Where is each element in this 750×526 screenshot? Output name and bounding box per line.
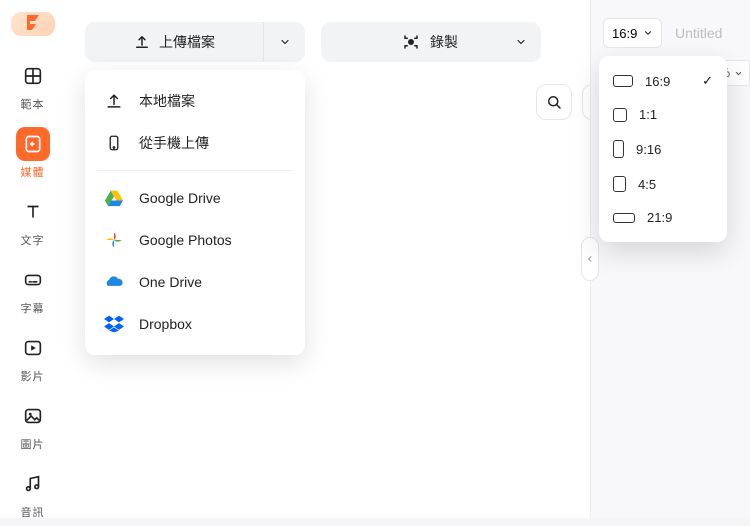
option-label: Dropbox xyxy=(139,316,192,332)
search-icon xyxy=(545,93,563,111)
google-drive-icon xyxy=(103,187,125,209)
upload-option-dropbox[interactable]: Dropbox xyxy=(85,303,305,345)
subtitle-icon xyxy=(16,263,50,297)
video-icon xyxy=(16,331,50,365)
upload-dropdown-toggle[interactable] xyxy=(263,22,305,62)
chevron-down-icon xyxy=(515,36,527,48)
option-label: 21:9 xyxy=(647,210,672,225)
sidebar-item-label: 字幕 xyxy=(21,300,45,316)
record-icon xyxy=(402,33,420,51)
upload-option-gphotos[interactable]: Google Photos xyxy=(85,219,305,261)
media-icon xyxy=(16,127,50,161)
aspect-option-4-5[interactable]: 4:5 xyxy=(599,167,727,201)
sidebar-item-video[interactable]: 影片 xyxy=(9,324,57,390)
upload-icon xyxy=(103,90,125,112)
sidebar-item-media[interactable]: 媒體 xyxy=(9,120,57,186)
right-panel: 16:9 Untitled % 16:9 ✓ 1:1 9:16 4:5 21:9 xyxy=(590,0,750,518)
phone-icon xyxy=(103,132,125,154)
upload-option-onedrive[interactable]: One Drive xyxy=(85,261,305,303)
app-logo xyxy=(11,12,55,36)
aspect-ratio-trigger[interactable]: 16:9 xyxy=(603,18,662,48)
record-label: 錄製 xyxy=(430,32,458,52)
check-icon: ✓ xyxy=(702,73,713,89)
top-toolbar: 上傳檔案 錄製 xyxy=(85,22,541,62)
record-button[interactable]: 錄製 xyxy=(321,22,541,62)
option-label: One Drive xyxy=(139,274,202,290)
upload-label: 上傳檔案 xyxy=(159,32,215,52)
sidebar-item-audio[interactable]: 音訊 xyxy=(9,460,57,526)
dropbox-icon xyxy=(103,313,125,335)
ratio-icon xyxy=(613,140,624,158)
chevron-down-icon xyxy=(643,28,653,38)
sidebar-item-label: 圖片 xyxy=(21,436,45,452)
upload-option-gdrive[interactable]: Google Drive xyxy=(85,177,305,219)
option-label: 4:5 xyxy=(638,177,656,192)
ratio-icon xyxy=(613,213,635,223)
sidebar-item-text[interactable]: 文字 xyxy=(9,188,57,254)
upload-button[interactable]: 上傳檔案 xyxy=(85,22,263,62)
sidebar-item-label: 影片 xyxy=(21,368,45,384)
sidebar-item-label: 文字 xyxy=(21,232,45,248)
sidebar-item-subtitle[interactable]: 字幕 xyxy=(9,256,57,322)
image-icon xyxy=(16,399,50,433)
option-label: 本地檔案 xyxy=(139,91,195,111)
option-label: 從手機上傳 xyxy=(139,133,209,153)
template-icon xyxy=(16,59,50,93)
upload-icon xyxy=(133,33,151,51)
panel-collapse-handle[interactable] xyxy=(581,237,599,281)
sidebar-item-image[interactable]: 圖片 xyxy=(9,392,57,458)
option-label: Google Photos xyxy=(139,232,232,248)
ratio-icon xyxy=(613,108,627,122)
aspect-ratio-menu: 16:9 ✓ 1:1 9:16 4:5 21:9 xyxy=(599,56,727,242)
ratio-icon xyxy=(613,75,633,87)
search-button[interactable] xyxy=(536,84,572,120)
option-label: 1:1 xyxy=(639,107,657,122)
chevron-down-icon xyxy=(734,69,743,78)
option-label: 16:9 xyxy=(645,74,670,89)
google-photos-icon xyxy=(103,229,125,251)
sidebar-item-template[interactable]: 範本 xyxy=(9,52,57,118)
upload-option-local[interactable]: 本地檔案 xyxy=(85,80,305,122)
chevron-down-icon xyxy=(279,36,291,48)
onedrive-icon xyxy=(103,271,125,293)
aspect-option-9-16[interactable]: 9:16 xyxy=(599,131,727,167)
aspect-option-16-9[interactable]: 16:9 ✓ xyxy=(599,64,727,98)
chevron-left-icon xyxy=(586,254,594,264)
text-icon xyxy=(16,195,50,229)
project-title-text: Untitled xyxy=(675,25,722,41)
upload-dropdown: 本地檔案 從手機上傳 Google Drive Google Photos On… xyxy=(85,70,305,355)
aspect-option-21-9[interactable]: 21:9 xyxy=(599,201,727,234)
upload-button-group: 上傳檔案 xyxy=(85,22,305,62)
sidebar-item-label: 範本 xyxy=(21,96,45,112)
project-title[interactable]: Untitled xyxy=(675,18,722,48)
ratio-icon xyxy=(613,176,626,192)
audio-icon xyxy=(16,467,50,501)
upload-option-phone[interactable]: 從手機上傳 xyxy=(85,122,305,164)
sidebar: 範本 媒體 文字 字幕 影片 圖片 音訊 xyxy=(0,0,65,518)
aspect-ratio-value: 16:9 xyxy=(612,26,637,41)
menu-separator xyxy=(97,170,293,171)
option-label: 9:16 xyxy=(636,142,661,157)
sidebar-item-label: 媒體 xyxy=(21,164,45,180)
option-label: Google Drive xyxy=(139,190,221,206)
aspect-option-1-1[interactable]: 1:1 xyxy=(599,98,727,131)
